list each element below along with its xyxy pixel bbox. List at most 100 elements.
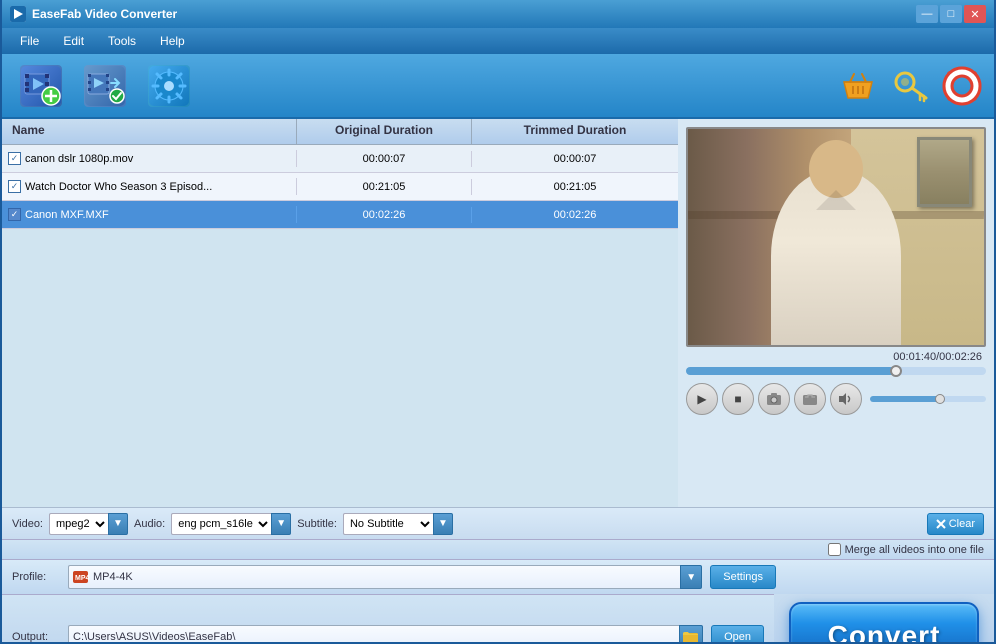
output-label: Output: (12, 631, 60, 643)
clear-icon (936, 519, 946, 529)
profile-label: Profile: (12, 571, 60, 583)
video-select-group: mpeg2 ▼ (49, 513, 128, 535)
menu-help[interactable]: Help (150, 31, 195, 51)
file-trim-cell: 00:00:07 (472, 151, 678, 167)
app-icon (10, 6, 26, 22)
seek-bar-container (686, 367, 986, 375)
merge-label[interactable]: Merge all videos into one file (828, 543, 984, 556)
bottom-bar: Video: mpeg2 ▼ Audio: eng pcm_s16le ▼ Su… (2, 507, 994, 539)
file-rows-container: ✓ canon dslr 1080p.mov 00:00:07 00:00:07… (2, 145, 678, 507)
settings-toolbar-button[interactable] (140, 60, 198, 112)
video-label: Video: (12, 518, 43, 530)
subtitle-label: Subtitle: (297, 518, 337, 530)
app-title: EaseFab Video Converter (32, 7, 177, 21)
toolbar (2, 54, 994, 119)
open-preview-button[interactable] (794, 383, 826, 415)
screenshot-button[interactable] (758, 383, 790, 415)
table-row[interactable]: ✓ canon dslr 1080p.mov 00:00:07 00:00:07 (2, 145, 678, 173)
file-list-header: Name Original Duration Trimmed Duration (2, 119, 678, 145)
menu-bar: File Edit Tools Help (2, 28, 994, 54)
svg-text:MP4: MP4 (75, 575, 89, 582)
buy-button[interactable] (836, 64, 880, 108)
add-file-icon (20, 65, 62, 107)
minimize-button[interactable]: — (916, 5, 938, 23)
file-checkbox-1[interactable]: ✓ (8, 152, 21, 165)
audio-select-group: eng pcm_s16le ▼ (171, 513, 291, 535)
file-trim-cell: 00:21:05 (472, 179, 678, 195)
convert-toolbar-button[interactable] (76, 60, 134, 112)
subtitle-select-group: No Subtitle ▼ (343, 513, 453, 535)
col-name-header: Name (2, 119, 297, 144)
browse-folder-button[interactable] (679, 625, 703, 644)
video-dropdown-btn[interactable]: ▼ (108, 513, 128, 535)
profile-select-container: MP4 MP4-4K ▼ (68, 565, 702, 589)
file-checkbox-3[interactable]: ✓ (8, 208, 21, 221)
file-list-area: Name Original Duration Trimmed Duration … (2, 119, 678, 507)
file-checkbox-2[interactable]: ✓ (8, 180, 21, 193)
toolbar-right (836, 64, 984, 108)
volume-thumb[interactable] (935, 394, 945, 404)
video-select[interactable]: mpeg2 (49, 513, 108, 535)
preview-area: 00:01:40/00:02:26 ▶ ■ (678, 119, 994, 507)
col-trim-header: Trimmed Duration (472, 119, 678, 144)
table-row[interactable]: ✓ Watch Doctor Who Season 3 Episod... 00… (2, 173, 678, 201)
video-person-head (809, 140, 863, 198)
settings-button[interactable]: Settings (710, 565, 776, 589)
file-orig-cell: 00:02:26 (297, 207, 472, 223)
output-convert-area: Output: C:\Users\ASUS\Videos\EaseFab\ Op… (2, 594, 994, 644)
audio-dropdown-btn[interactable]: ▼ (271, 513, 291, 535)
register-button[interactable] (888, 64, 932, 108)
stop-button[interactable]: ■ (722, 383, 754, 415)
video-frame-pic-inner (920, 140, 969, 204)
seek-thumb[interactable] (890, 365, 902, 377)
video-person-body (771, 170, 901, 345)
file-orig-cell: 00:21:05 (297, 179, 472, 195)
menu-edit[interactable]: Edit (53, 31, 94, 51)
menu-tools[interactable]: Tools (98, 31, 146, 51)
help-button[interactable] (940, 64, 984, 108)
settings-toolbar-icon (148, 65, 190, 107)
add-file-button[interactable] (12, 60, 70, 112)
clear-button[interactable]: Clear (927, 513, 984, 535)
audio-label: Audio: (134, 518, 165, 530)
profile-select-display[interactable]: MP4 MP4-4K (68, 565, 680, 589)
profile-bar: Profile: MP4 MP4-4K ▼ Settings (2, 559, 994, 594)
merge-row: Merge all videos into one file (2, 539, 994, 559)
convert-button[interactable]: Convert (789, 602, 979, 644)
video-frame-pic (917, 137, 972, 207)
video-scene (688, 129, 984, 345)
close-button[interactable]: ✕ (964, 5, 986, 23)
volume-button[interactable] (830, 383, 862, 415)
subtitle-dropdown-btn[interactable]: ▼ (433, 513, 453, 535)
merge-checkbox[interactable] (828, 543, 841, 556)
file-name-cell: ✓ Canon MXF.MXF (2, 206, 297, 223)
video-preview (686, 127, 986, 347)
subtitle-select[interactable]: No Subtitle (343, 513, 433, 535)
audio-select[interactable]: eng pcm_s16le (171, 513, 271, 535)
profile-dropdown-btn[interactable]: ▼ (680, 565, 702, 589)
mp4-icon: MP4 (73, 570, 89, 584)
playback-controls: ▶ ■ (686, 383, 986, 415)
open-button[interactable]: Open (711, 625, 764, 644)
convert-area: Convert (774, 594, 994, 644)
maximize-button[interactable]: □ (940, 5, 962, 23)
convert-toolbar-icon (84, 65, 126, 107)
output-path-display: C:\Users\ASUS\Videos\EaseFab\ (68, 625, 679, 644)
volume-slider[interactable] (870, 396, 986, 402)
seek-bar[interactable] (686, 367, 986, 375)
file-name-cell: ✓ canon dslr 1080p.mov (2, 150, 297, 167)
table-row[interactable]: ✓ Canon MXF.MXF 00:02:26 00:02:26 (2, 201, 678, 229)
time-display: 00:01:40/00:02:26 (893, 351, 986, 363)
play-button[interactable]: ▶ (686, 383, 718, 415)
menu-file[interactable]: File (10, 31, 49, 51)
main-area: Name Original Duration Trimmed Duration … (2, 119, 994, 507)
window-controls: — □ ✕ (916, 5, 986, 23)
title-bar: EaseFab Video Converter — □ ✕ (2, 0, 994, 28)
output-bar: Output: C:\Users\ASUS\Videos\EaseFab\ Op… (2, 594, 774, 644)
file-orig-cell: 00:00:07 (297, 151, 472, 167)
file-name-cell: ✓ Watch Doctor Who Season 3 Episod... (2, 178, 297, 195)
file-trim-cell: 00:02:26 (472, 207, 678, 223)
folder-icon (683, 630, 699, 643)
output-path-container: C:\Users\ASUS\Videos\EaseFab\ (68, 625, 703, 644)
col-orig-header: Original Duration (297, 119, 472, 144)
